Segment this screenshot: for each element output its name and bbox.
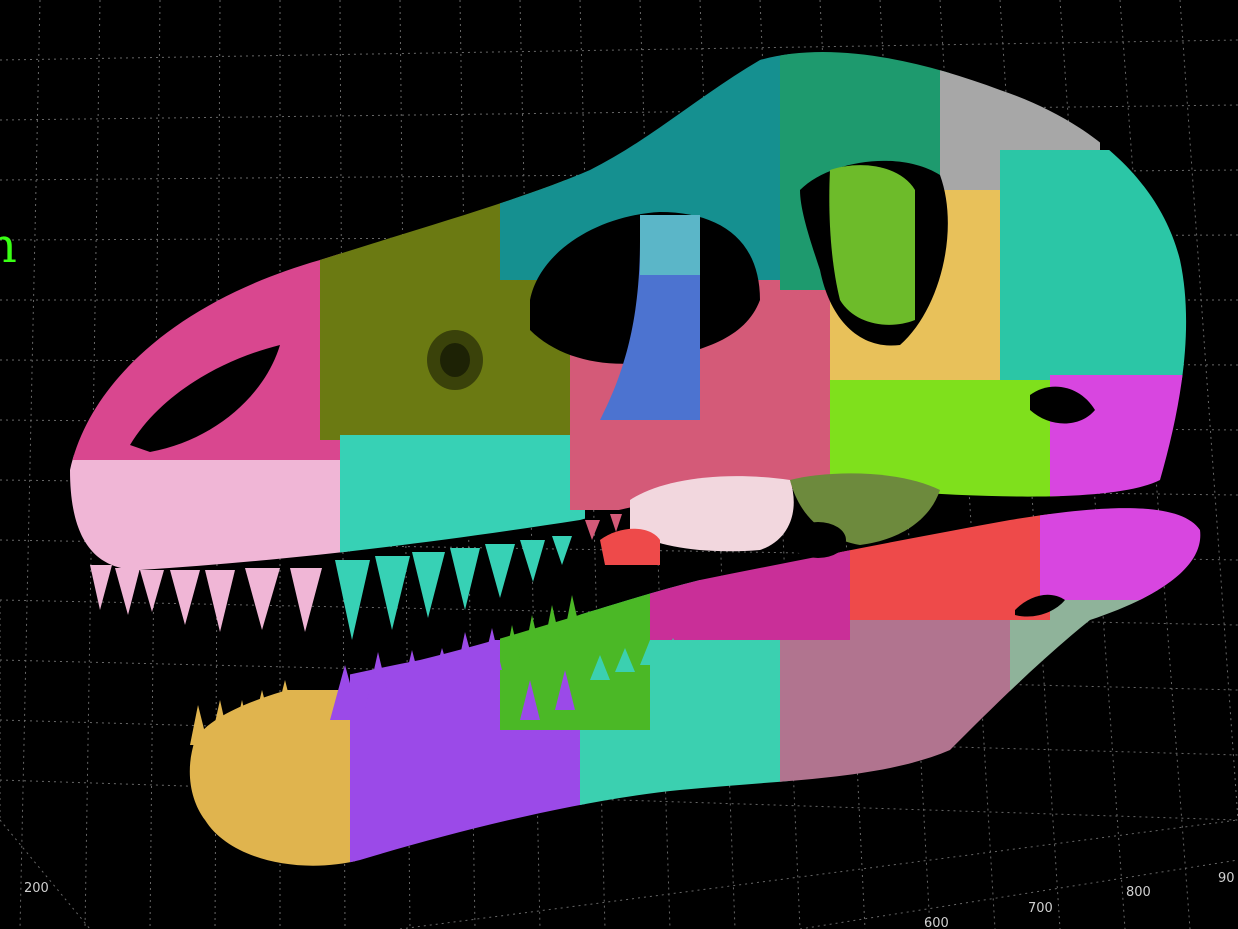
viewer-label: n	[0, 218, 17, 274]
axis-tick-bottom-600: 600	[924, 916, 949, 929]
axis-tick-bottom-90: 90	[1218, 871, 1235, 886]
3d-viewport[interactable]: 200 600 700 800 90 n	[0, 0, 1238, 929]
axis-tick-bottom-800: 800	[1126, 885, 1151, 900]
skull-render: 200 600 700 800 90	[0, 0, 1238, 929]
axis-tick-left-200: 200	[24, 881, 49, 896]
axis-tick-bottom-700: 700	[1028, 901, 1053, 916]
